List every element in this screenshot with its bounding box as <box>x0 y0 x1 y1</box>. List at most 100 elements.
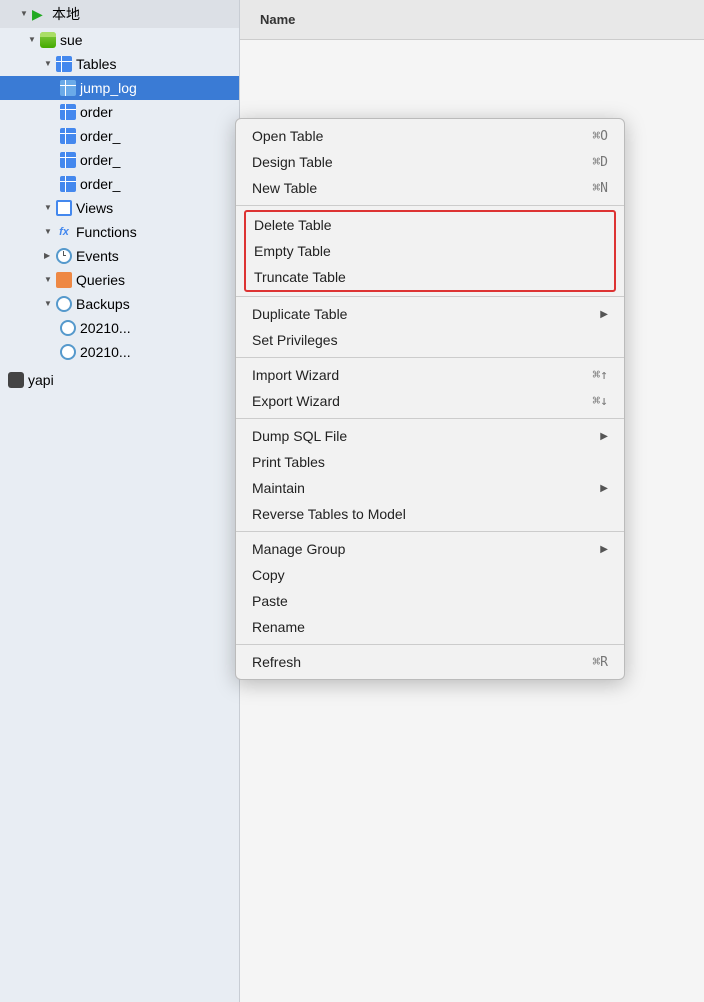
sidebar-item-tables[interactable]: Tables <box>0 52 239 76</box>
sidebar-item-local[interactable]: 本地 <box>0 0 239 28</box>
triangle-icon <box>44 275 54 285</box>
separator-1 <box>236 205 624 206</box>
menu-item-maintain[interactable]: Maintain ▶ <box>236 475 624 501</box>
sidebar-item-jump-log[interactable]: jump_log <box>0 76 239 100</box>
menu-item-export-wizard[interactable]: Export Wizard ⌘↓ <box>236 388 624 414</box>
shortcut-design-table: ⌘D <box>592 155 608 170</box>
sidebar-item-backup1[interactable]: 20210... <box>0 316 239 340</box>
menu-item-truncate-table[interactable]: Truncate Table <box>246 264 614 290</box>
views-icon <box>56 200 72 216</box>
triangle-icon <box>44 59 54 69</box>
menu-label-maintain: Maintain <box>252 480 305 496</box>
menu-label-rename: Rename <box>252 619 305 635</box>
menu-item-duplicate-table[interactable]: Duplicate Table ▶ <box>236 301 624 327</box>
menu-item-design-table[interactable]: Design Table ⌘D <box>236 149 624 175</box>
sidebar-item-functions[interactable]: fx Functions <box>0 220 239 244</box>
highlight-group: Delete Table Empty Table Truncate Table <box>244 210 616 292</box>
yapi-icon <box>8 372 24 388</box>
menu-label-open-table: Open Table <box>252 128 323 144</box>
menu-label-delete-table: Delete Table <box>254 217 332 233</box>
sidebar-label-order: order <box>80 104 113 120</box>
menu-label-set-privileges: Set Privileges <box>252 332 338 348</box>
menu-label-dump-sql: Dump SQL File <box>252 428 347 444</box>
table-icon <box>60 80 76 96</box>
sidebar-item-order4[interactable]: order_ <box>0 172 239 196</box>
sidebar-item-yapi[interactable]: yapi <box>0 368 239 392</box>
functions-icon: fx <box>56 224 72 240</box>
triangle-icon <box>44 227 54 237</box>
sidebar-item-backups[interactable]: Backups <box>0 292 239 316</box>
shortcut-open-table: ⌘O <box>592 129 608 144</box>
sidebar-item-order[interactable]: order <box>0 100 239 124</box>
menu-label-export-wizard: Export Wizard <box>252 393 340 409</box>
context-menu: Open Table ⌘O Design Table ⌘D New Table … <box>235 118 625 680</box>
sidebar-label-yapi: yapi <box>28 372 54 388</box>
menu-item-open-table[interactable]: Open Table ⌘O <box>236 123 624 149</box>
sidebar-label-views: Views <box>76 200 113 216</box>
menu-label-print-tables: Print Tables <box>252 454 325 470</box>
arrow-icon-dump: ▶ <box>600 431 608 442</box>
menu-item-print-tables[interactable]: Print Tables <box>236 449 624 475</box>
menu-item-copy[interactable]: Copy <box>236 562 624 588</box>
menu-item-empty-table[interactable]: Empty Table <box>246 238 614 264</box>
sidebar-label-sue: sue <box>60 32 83 48</box>
sidebar-label-local: 本地 <box>52 4 80 24</box>
arrow-icon-manage-group: ▶ <box>600 544 608 555</box>
menu-label-reverse-tables: Reverse Tables to Model <box>252 506 406 522</box>
separator-2 <box>236 296 624 297</box>
menu-item-delete-table[interactable]: Delete Table <box>246 212 614 238</box>
sidebar-item-events[interactable]: Events <box>0 244 239 268</box>
arrow-icon-duplicate: ▶ <box>600 309 608 320</box>
table-icon <box>60 152 76 168</box>
db-icon <box>40 32 56 48</box>
menu-item-paste[interactable]: Paste <box>236 588 624 614</box>
menu-label-design-table: Design Table <box>252 154 333 170</box>
menu-item-import-wizard[interactable]: Import Wizard ⌘↑ <box>236 362 624 388</box>
triangle-icon <box>44 203 54 213</box>
local-icon <box>32 6 48 22</box>
sidebar-item-sue[interactable]: sue <box>0 28 239 52</box>
triangle-icon <box>20 9 30 19</box>
table-icon <box>60 104 76 120</box>
menu-label-empty-table: Empty Table <box>254 243 331 259</box>
menu-label-paste: Paste <box>252 593 288 609</box>
triangle-icon <box>28 35 38 45</box>
sidebar-label-order3: order_ <box>80 152 120 168</box>
menu-item-new-table[interactable]: New Table ⌘N <box>236 175 624 201</box>
separator-3 <box>236 357 624 358</box>
sidebar-label-order4: order_ <box>80 176 120 192</box>
sidebar-item-queries[interactable]: Queries <box>0 268 239 292</box>
sidebar-item-views[interactable]: Views <box>0 196 239 220</box>
sidebar-label-backup1: 20210... <box>80 320 131 336</box>
menu-item-rename[interactable]: Rename <box>236 614 624 640</box>
sidebar-item-order3[interactable]: order_ <box>0 148 239 172</box>
sidebar: 本地 sue Tables jump_log order order_ orde… <box>0 0 240 1002</box>
separator-4 <box>236 418 624 419</box>
menu-label-truncate-table: Truncate Table <box>254 269 346 285</box>
menu-item-reverse-tables[interactable]: Reverse Tables to Model <box>236 501 624 527</box>
events-icon <box>56 248 72 264</box>
menu-item-refresh[interactable]: Refresh ⌘R <box>236 649 624 675</box>
menu-label-manage-group: Manage Group <box>252 541 345 557</box>
shortcut-refresh: ⌘R <box>592 655 608 670</box>
sidebar-label-events: Events <box>76 248 119 264</box>
sidebar-label-functions: Functions <box>76 224 137 240</box>
backup-icon <box>60 344 76 360</box>
tables-icon <box>56 56 72 72</box>
sidebar-item-backup2[interactable]: 20210... <box>0 340 239 364</box>
backups-icon <box>56 296 72 312</box>
sidebar-label-queries: Queries <box>76 272 125 288</box>
sidebar-label-order2: order_ <box>80 128 120 144</box>
arrow-icon-maintain: ▶ <box>600 483 608 494</box>
separator-6 <box>236 644 624 645</box>
sidebar-item-order2[interactable]: order_ <box>0 124 239 148</box>
menu-item-set-privileges[interactable]: Set Privileges <box>236 327 624 353</box>
sidebar-label-backups: Backups <box>76 296 130 312</box>
menu-item-dump-sql[interactable]: Dump SQL File ▶ <box>236 423 624 449</box>
menu-label-refresh: Refresh <box>252 654 301 670</box>
shortcut-export-wizard: ⌘↓ <box>592 394 608 409</box>
shortcut-import-wizard: ⌘↑ <box>592 368 608 383</box>
menu-item-manage-group[interactable]: Manage Group ▶ <box>236 536 624 562</box>
column-name-header: Name <box>250 4 305 35</box>
shortcut-new-table: ⌘N <box>592 181 608 196</box>
